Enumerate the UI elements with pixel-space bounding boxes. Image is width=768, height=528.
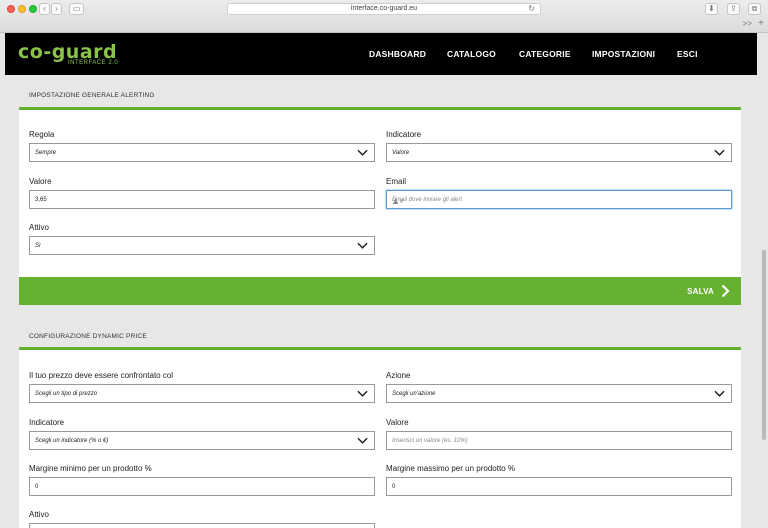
- nav-impostazioni[interactable]: IMPOSTAZIONI: [592, 49, 655, 59]
- dp-valore-input[interactable]: Inserisci un valore (es. 10%): [386, 431, 732, 450]
- chevron-down-icon: [714, 390, 725, 397]
- margine-min-label: Margine minimo per un prodotto %: [29, 464, 152, 473]
- download-icon[interactable]: ⬇: [705, 3, 718, 15]
- confronto-value: Scegli un tipo di prezzo: [35, 391, 98, 397]
- indicatore-value: Valore: [392, 150, 410, 156]
- email-label: Email: [386, 177, 407, 186]
- dp-attivo-select[interactable]: [29, 523, 375, 528]
- indicatore-label: Indicatore: [386, 130, 422, 139]
- alerting-section-title: IMPOSTAZIONE GENERALE ALERTING: [29, 92, 155, 99]
- attivo-select[interactable]: Sì: [29, 236, 375, 255]
- email-input[interactable]: Email dove inviare gli alert ♟˅: [386, 190, 732, 209]
- azione-label: Azione: [386, 371, 411, 380]
- new-tab-icon[interactable]: +: [758, 18, 764, 29]
- attivo-label: Attivo: [29, 223, 50, 232]
- save-button[interactable]: SALVA: [19, 277, 741, 305]
- confronto-label: Il tuo prezzo deve essere confrontato co…: [29, 371, 174, 380]
- confronto-select[interactable]: Scegli un tipo di prezzo: [29, 384, 375, 403]
- logo-subtitle: INTERFACE 2.0: [68, 60, 119, 66]
- share-icon[interactable]: ⇪: [727, 3, 740, 15]
- valore-value: 3,65: [35, 197, 47, 203]
- margine-min-value: 0: [35, 484, 39, 490]
- tab-strip: >> +: [0, 18, 768, 32]
- nav-catalogo[interactable]: CATALOGO: [447, 49, 496, 59]
- margine-min-input[interactable]: 0: [29, 477, 375, 496]
- site-header: co-guard INTERFACE 2.0 DASHBOARD CATALOG…: [5, 33, 757, 75]
- chevron-right-icon: [721, 284, 730, 298]
- sidebar-icon[interactable]: ▭: [69, 3, 84, 15]
- alerting-section-header: IMPOSTAZIONE GENERALE ALERTING: [19, 81, 741, 109]
- minimize-window-button[interactable]: [18, 5, 26, 13]
- save-label: SALVA: [687, 287, 714, 296]
- nav-categorie[interactable]: CATEGORIE: [519, 49, 571, 59]
- margine-max-value: 0: [392, 484, 396, 490]
- chevron-down-icon: [714, 149, 725, 156]
- overflow-icon[interactable]: >>: [743, 19, 752, 28]
- dp-attivo-label: Attivo: [29, 510, 50, 519]
- regola-select[interactable]: Sempre: [29, 143, 375, 162]
- regola-label: Regola: [29, 130, 55, 139]
- chevron-down-icon: [357, 437, 368, 444]
- valore-label: Valore: [29, 177, 52, 186]
- forward-icon[interactable]: ›: [51, 3, 62, 15]
- browser-toolbar: ‹ › ▭ interface.co-guard.eu ↻ ⬇ ⇪ ⧉ >> +: [0, 0, 768, 33]
- attivo-value: Sì: [35, 243, 41, 249]
- dp-valore-label: Valore: [386, 418, 409, 427]
- chevron-down-icon: [357, 149, 368, 156]
- dp-indicatore-label: Indicatore: [29, 418, 65, 427]
- reload-icon[interactable]: ↻: [528, 4, 535, 14]
- valore-input[interactable]: 3,65: [29, 190, 375, 209]
- address-bar[interactable]: interface.co-guard.eu ↻: [227, 3, 541, 15]
- azione-value: Scegli un'azione: [392, 391, 436, 397]
- dp-indicatore-value: Scegli un indicatore (% o €): [35, 438, 109, 444]
- nav-esci[interactable]: ESCI: [677, 49, 698, 59]
- chevron-down-icon: [357, 390, 368, 397]
- close-window-button[interactable]: [7, 5, 15, 13]
- nav-dashboard[interactable]: DASHBOARD: [369, 49, 426, 59]
- regola-value: Sempre: [35, 150, 57, 156]
- dynamic-price-section-header: CONFIGURAZIONE DYNAMIC PRICE: [19, 322, 741, 350]
- chevron-down-icon: [357, 242, 368, 249]
- margine-max-label: Margine massimo per un prodotto %: [386, 464, 515, 473]
- url-text: interface.co-guard.eu: [350, 5, 418, 12]
- tabs-icon[interactable]: ⧉: [748, 3, 761, 15]
- margine-max-input[interactable]: 0: [386, 477, 732, 496]
- maximize-window-button[interactable]: [29, 5, 37, 13]
- page-scrollbar[interactable]: [762, 250, 766, 440]
- contact-picker-icon[interactable]: ♟˅: [392, 197, 728, 206]
- dynamic-price-section-title: CONFIGURAZIONE DYNAMIC PRICE: [29, 333, 147, 340]
- azione-select[interactable]: Scegli un'azione: [386, 384, 732, 403]
- indicatore-select[interactable]: Valore: [386, 143, 732, 162]
- dp-valore-placeholder: Inserisci un valore (es. 10%): [392, 438, 468, 444]
- dp-indicatore-select[interactable]: Scegli un indicatore (% o €): [29, 431, 375, 450]
- back-icon[interactable]: ‹: [39, 3, 50, 15]
